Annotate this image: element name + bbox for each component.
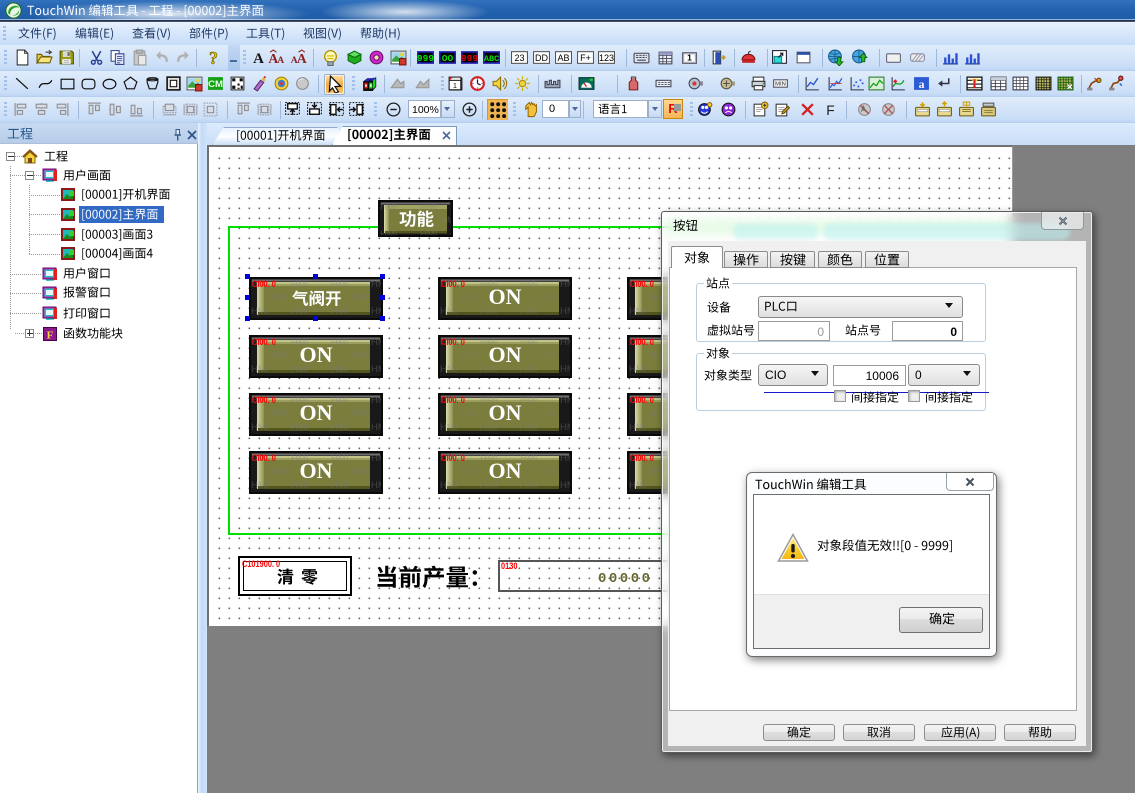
svg-text:A: A	[253, 51, 264, 66]
svg-text:F+: F+	[580, 53, 591, 63]
svg-text:DD: DD	[535, 53, 549, 63]
svg-text:999: 999	[461, 53, 478, 64]
svg-text:a: a	[919, 78, 925, 91]
svg-text:AB: AB	[557, 53, 569, 63]
svg-text:123: 123	[599, 53, 614, 63]
svg-text:23: 23	[514, 53, 524, 63]
svg-text:F: F	[826, 102, 834, 118]
svg-text:?: ?	[209, 49, 218, 66]
svg-text:999: 999	[417, 53, 434, 64]
svg-text:CM: CM	[208, 79, 223, 90]
svg-text:A: A	[277, 55, 284, 66]
svg-text:1: 1	[687, 53, 692, 63]
svg-text:ABC: ABC	[484, 54, 499, 64]
svg-text:F: F	[47, 330, 54, 342]
svg-text:1: 1	[453, 81, 457, 90]
svg-text:A: A	[297, 51, 307, 66]
svg-text:MIN: MIN	[775, 82, 786, 88]
svg-text:OO: OO	[442, 53, 454, 64]
